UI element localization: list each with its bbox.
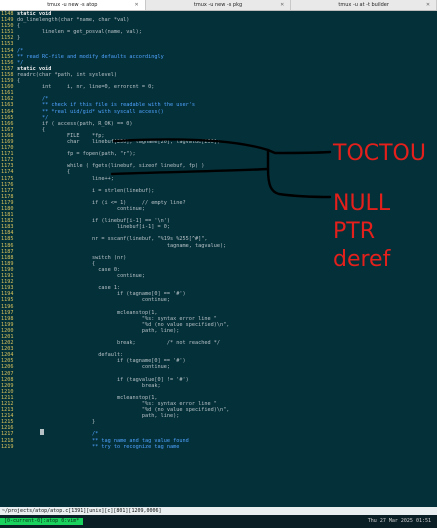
code-text: ** try to recognize tag name	[17, 443, 180, 450]
code-text: continue;	[17, 206, 146, 212]
code-text: ** check if this file is readable with t…	[17, 102, 196, 109]
code-text: */	[17, 114, 49, 121]
code-text: line++;	[17, 175, 114, 182]
code-text: if (tagvalue[0] != '#')	[17, 376, 189, 383]
tab-label: tmux -u at -t builder	[338, 2, 389, 8]
code-text: if (tagname[0] == '#')	[17, 358, 186, 365]
code-text: static void	[17, 11, 52, 17]
code-text: {	[17, 126, 46, 133]
code-text: char linebuf[256], tagname[20], tagvalue…	[17, 138, 221, 145]
terminal-tab-bar: tmux -u new -s atop ✕ tmux -u new -s pkg…	[0, 0, 437, 11]
tab-label: tmux -u new -s atop	[47, 2, 98, 8]
code-text: ** tag name and tag value found	[17, 437, 189, 444]
code-text: static void	[17, 65, 52, 72]
code-text: int i, nr, line=0, errorcnt = 0;	[17, 84, 155, 91]
code-text: continue;	[17, 297, 171, 304]
close-icon[interactable]: ✕	[134, 2, 138, 8]
code-text: mcleanstop(1,	[17, 309, 158, 316]
code-text: do_linelength(char *name, char *val)	[17, 17, 130, 24]
code-text: continue;	[17, 273, 146, 280]
tab-tmux-builder[interactable]: tmux -u at -t builder ✕	[291, 0, 437, 10]
code-text: ** *real uid/gid* with syscall access()	[17, 108, 164, 115]
code-text: while ( fgets(linebuf, sizeof linebuf, f…	[17, 163, 205, 170]
code-text: i = strlen(linebuf);	[17, 187, 155, 194]
code-text: "%s: syntax error line "	[17, 401, 217, 407]
code-text: nr = sscanf(linebuf, "%19s %255[^#]",	[17, 236, 208, 243]
code-text: }	[17, 419, 96, 426]
code-text: {	[17, 78, 21, 85]
code-text: case 1:	[17, 285, 121, 292]
code-text: path, line);	[17, 413, 180, 420]
code-text: if (tagname[0] == '#')	[17, 291, 186, 298]
code-text: if (linebuf[i-1] == '\n')	[17, 218, 171, 225]
code-text: if (i <= 1) // empty line?	[17, 199, 186, 206]
file-info: ~/projects/atop/atop.c[1391][unix][c][80…	[2, 508, 162, 514]
code-text: /*	[17, 96, 49, 103]
code-text: break; /* not reached */	[17, 340, 221, 347]
code-text: if ( access(path, R_OK) == 0)	[17, 120, 133, 127]
code-text: FILE *fp;	[17, 132, 105, 139]
code-text: fp = fopen(path, "r");	[17, 151, 136, 158]
code-text: /*	[17, 47, 24, 54]
close-icon[interactable]: ✕	[426, 2, 430, 8]
code-text: {	[17, 260, 96, 267]
code-text: ** read RC-file and modify defaults acco…	[17, 53, 164, 60]
close-icon[interactable]: ✕	[280, 2, 284, 8]
vim-editor-pane[interactable]: 1148 static void 1149 do_linelength(char *n…	[0, 11, 437, 507]
code-text: */	[17, 59, 24, 66]
code-text: case 0:	[17, 266, 121, 273]
tab-tmux-atop[interactable]: tmux -u new -s atop ✕	[0, 0, 146, 10]
code-text: mcleanstop(1,	[17, 394, 158, 401]
text-cursor	[40, 429, 44, 435]
code-text: }	[17, 35, 21, 42]
tmux-clock: Thu 27 Mar 2025 01:51	[367, 518, 431, 524]
tmux-window-list[interactable]: [0-current-0]:atop 0:vim*	[0, 518, 84, 525]
code-text: continue;	[17, 364, 171, 371]
code-line[interactable]: 1219 ** try to recognize tag name	[0, 444, 437, 450]
code-text: linebuf[i-1] = 0;	[17, 224, 171, 231]
code-text: "%d (no value specified)\n",	[17, 407, 230, 414]
code-text: linelen = get_posval(name, val);	[17, 29, 142, 36]
code-text: {	[17, 169, 71, 176]
code-text: tagname, tagvalue);	[17, 242, 227, 249]
code-text: switch (nr)	[17, 254, 127, 261]
code-text: default:	[17, 352, 124, 359]
code-text: break;	[17, 382, 161, 389]
vim-statusline: ~/projects/atop/atop.c[1391][unix][c][80…	[0, 507, 437, 515]
code-text: "%d (no value specified)\n",	[17, 321, 230, 328]
code-text: "%s: syntax error line "	[17, 315, 217, 322]
code-text: path, line);	[17, 327, 180, 334]
code-text: {	[17, 23, 21, 30]
code-text: /*	[17, 431, 99, 438]
tab-tmux-pkg[interactable]: tmux -u new -s pkg ✕	[146, 0, 292, 10]
line-number: 1219	[1, 443, 14, 450]
code-text: readrc(char *path, int syslevel)	[17, 71, 117, 78]
tab-label: tmux -u new -s pkg	[193, 2, 243, 8]
tmux-status-bar: [0-current-0]:atop 0:vim* Thu 27 Mar 202…	[0, 515, 437, 528]
